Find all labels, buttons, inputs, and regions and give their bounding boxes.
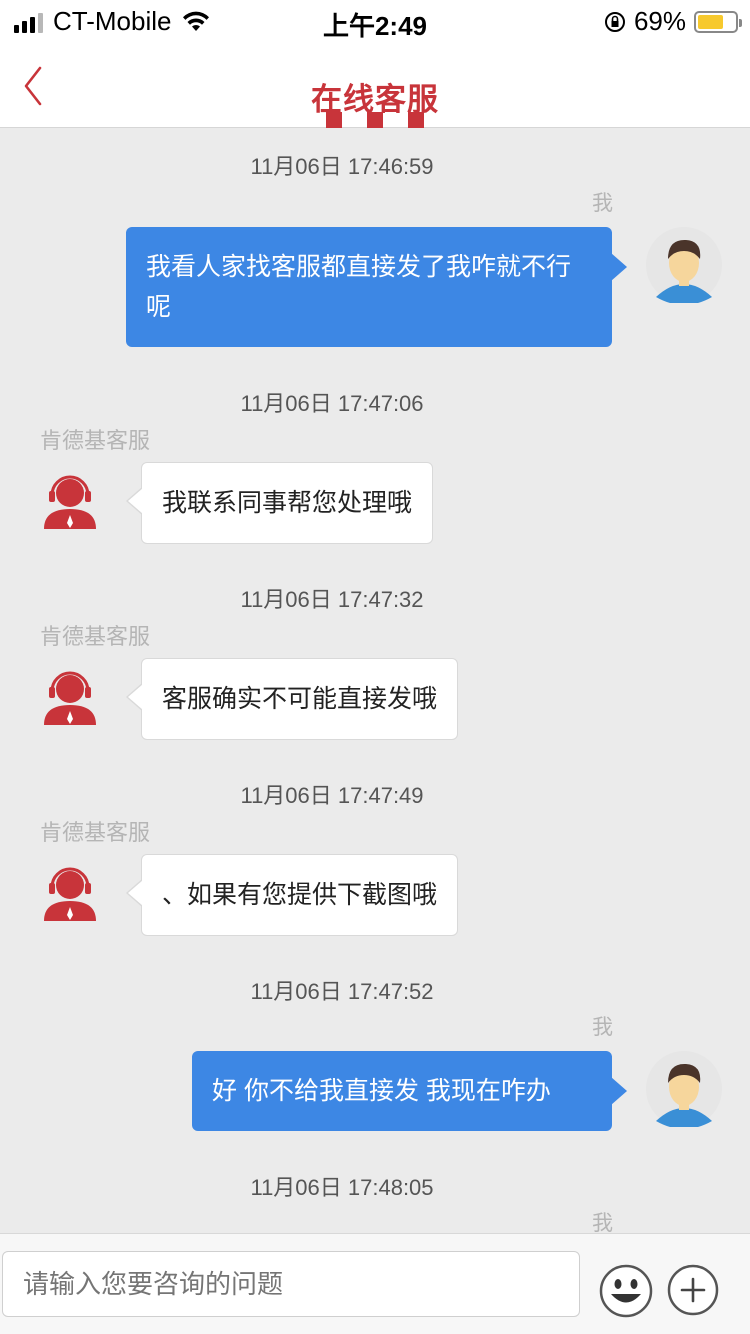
user-avatar-icon[interactable]: [646, 1051, 722, 1127]
agent-message-bubble[interactable]: 、如果有您提供下截图哦: [125, 854, 459, 936]
plus-circle-icon[interactable]: [666, 1263, 720, 1317]
message-text: 我看人家找客服都直接发了我咋就不行呢: [146, 253, 572, 321]
rotation-lock-icon: [604, 11, 625, 32]
agent-avatar-icon[interactable]: [40, 667, 100, 727]
user-avatar-icon[interactable]: [646, 227, 722, 303]
my-message-bubble[interactable]: 我看人家找客服都直接发了我咋就不行呢: [126, 227, 627, 347]
message-timestamp: 11月06日 17:47:52: [250, 979, 434, 1004]
status-right: 69%: [604, 6, 742, 37]
message-text: 、如果有您提供下截图哦: [162, 881, 438, 909]
battery-icon: [694, 10, 742, 33]
message-text: 好 你不给我直接发 我现在咋办: [212, 1077, 551, 1105]
message-text: 我联系同事帮您处理哦: [162, 489, 413, 517]
agent-avatar-icon[interactable]: [40, 863, 100, 923]
message-timestamp: 11月06日 17:47:06: [240, 391, 424, 416]
agent-message-bubble[interactable]: 客服确实不可能直接发哦: [125, 658, 459, 740]
message-text: 客服确实不可能直接发哦: [162, 685, 438, 713]
battery-level: [698, 14, 723, 29]
agent-message-bubble[interactable]: 我联系同事帮您处理哦: [125, 462, 434, 544]
message-timestamp: 11月06日 17:48:05: [250, 1175, 434, 1200]
sender-label-agent: 肯德基客服: [40, 820, 151, 845]
agent-avatar-icon[interactable]: [40, 471, 100, 531]
message-timestamp: 11月06日 17:47:49: [240, 783, 424, 808]
sender-label-me: 我: [592, 192, 613, 215]
my-message-bubble[interactable]: 好 你不给我直接发 我现在咋办: [192, 1051, 627, 1131]
sender-label-agent: 肯德基客服: [40, 428, 151, 453]
sender-label-me: 我: [592, 1212, 613, 1233]
sender-label-agent: 肯德基客服: [40, 624, 151, 649]
smiley-icon[interactable]: [598, 1263, 654, 1319]
message-input[interactable]: [2, 1251, 580, 1317]
nav-bar: 在线客服: [0, 40, 750, 128]
status-bar: CT-Mobile 上午2:49 69%: [0, 0, 750, 41]
message-timestamp: 11月06日 17:46:59: [250, 154, 434, 179]
composer-bar: [0, 1233, 750, 1334]
chat-area[interactable]: 11月06日 17:46:59 我 我看人家找客服都直接发了我咋就不行呢 11月…: [0, 129, 750, 1233]
sender-label-me: 我: [592, 1016, 613, 1039]
title-underline-marks: [326, 112, 424, 128]
message-timestamp: 11月06日 17:47:32: [240, 587, 424, 612]
battery-percent: 69%: [633, 6, 686, 36]
